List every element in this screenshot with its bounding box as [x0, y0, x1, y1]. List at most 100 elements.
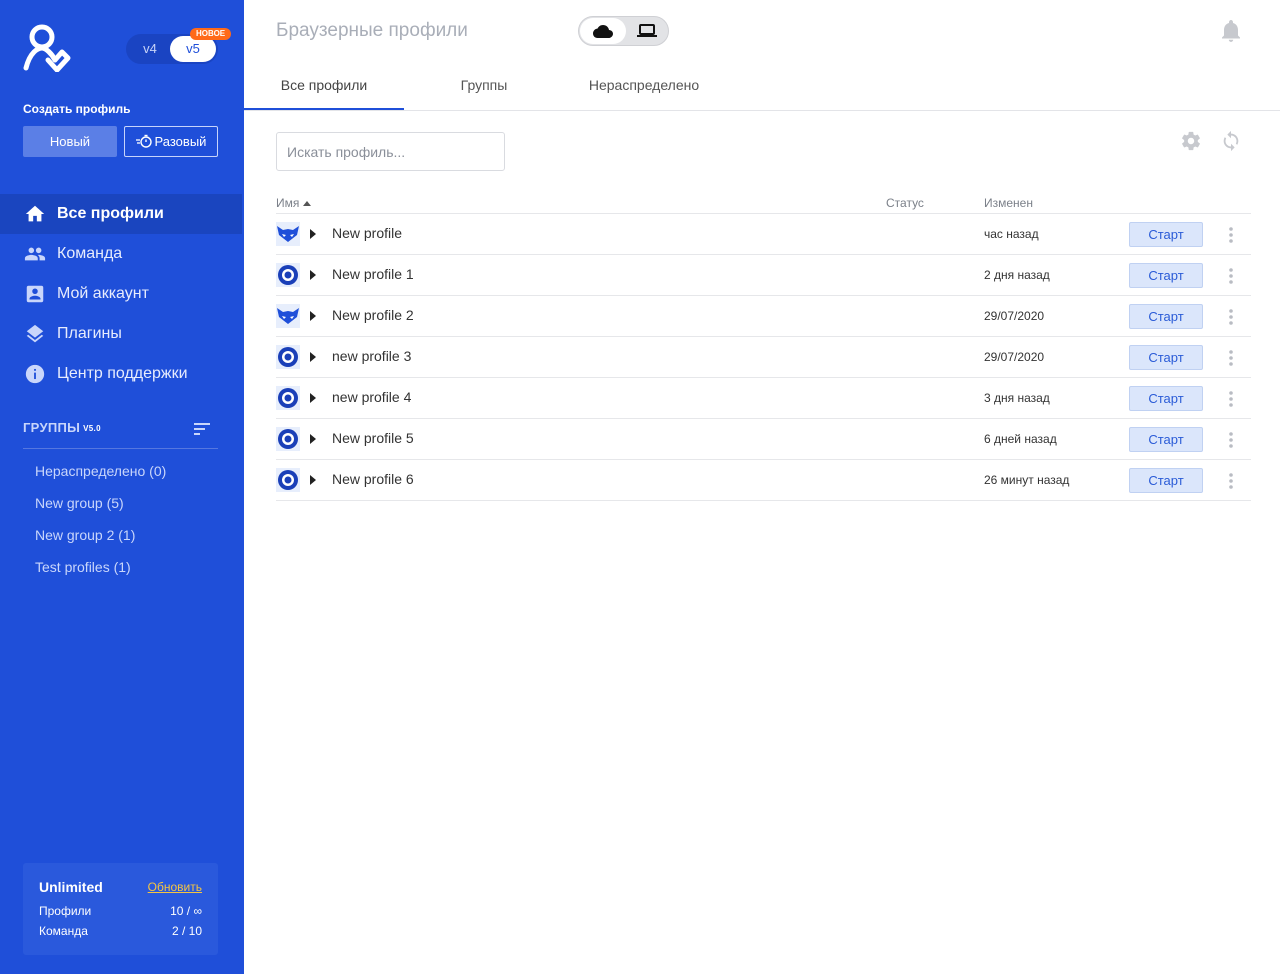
profile-name[interactable]: new profile 4 — [332, 389, 411, 405]
nav-label: Центр поддержки — [57, 365, 188, 382]
nav-team[interactable]: Команда — [0, 234, 242, 274]
nav-support-center[interactable]: Центр поддержки — [0, 354, 242, 394]
profile-modified: 26 минут назад — [984, 473, 1070, 487]
group-item-new-group[interactable]: New group (5) — [35, 495, 124, 511]
one-time-profile-label: Разовый — [154, 134, 207, 149]
team-icon — [24, 247, 46, 261]
table-row[interactable]: new profile 4 3 дня назад Старт — [276, 378, 1251, 419]
plan-name: Unlimited — [39, 879, 103, 895]
expand-caret-icon[interactable] — [310, 475, 316, 485]
table-row[interactable]: New profile 6 26 минут назад Старт — [276, 460, 1251, 501]
group-item-unassigned[interactable]: Нераспределено (0) — [35, 463, 166, 479]
column-header-name[interactable]: Имя — [276, 196, 312, 210]
group-item-new-group-2[interactable]: New group 2 (1) — [35, 527, 135, 543]
profile-name[interactable]: New profile 6 — [332, 471, 414, 487]
nav-all-profiles[interactable]: Все профили — [0, 194, 242, 234]
local-mode-option[interactable] — [626, 18, 668, 44]
profile-name[interactable]: New profile 2 — [332, 307, 414, 323]
circle-browser-icon — [276, 263, 300, 287]
upgrade-link[interactable]: Обновить — [148, 880, 202, 894]
layers-icon — [26, 324, 44, 343]
sidebar: v4 v5 НОВОЕ Создать профиль Новый Разовы… — [0, 0, 244, 974]
more-options-icon[interactable] — [1221, 471, 1241, 491]
nav-plugins[interactable]: Плагины — [0, 314, 242, 354]
one-time-profile-button[interactable]: Разовый — [124, 126, 218, 157]
profile-modified: 6 дней назад — [984, 432, 1057, 446]
profile-modified: час назад — [984, 227, 1039, 241]
table-row[interactable]: new profile 3 29/07/2020 Старт — [276, 337, 1251, 378]
profile-name[interactable]: New profile 1 — [332, 266, 414, 282]
cloud-icon — [593, 25, 613, 38]
fox-browser-icon — [276, 304, 300, 328]
profile-modified: 2 дня назад — [984, 268, 1050, 282]
profile-name[interactable]: New profile — [332, 225, 402, 241]
home-icon — [25, 205, 45, 222]
start-button[interactable]: Старт — [1129, 222, 1203, 247]
groups-title: ГРУППЫ V5.0 — [23, 420, 101, 435]
start-button[interactable]: Старт — [1129, 345, 1203, 370]
groups-title-label: ГРУППЫ — [23, 420, 81, 435]
groups-version: V5.0 — [83, 424, 101, 433]
version-v4-option[interactable]: v4 — [126, 34, 174, 64]
nav-label: Все профили — [57, 205, 164, 222]
table-row[interactable]: New profile 5 6 дней назад Старт — [276, 419, 1251, 460]
logo-icon[interactable] — [22, 22, 72, 72]
timer-icon — [135, 134, 152, 148]
circle-browser-icon — [276, 427, 300, 451]
tab-all-profiles[interactable]: Все профили — [244, 64, 404, 110]
expand-caret-icon[interactable] — [310, 270, 316, 280]
tab-groups[interactable]: Группы — [404, 64, 564, 110]
circle-browser-icon — [276, 345, 300, 369]
fox-browser-icon — [276, 222, 300, 246]
gear-icon[interactable] — [1180, 130, 1202, 152]
profile-tabs: Все профили Группы Нераспределено — [244, 64, 1280, 111]
main-content: Браузерные профили Все профили Группы Не… — [244, 0, 1280, 974]
table-row[interactable]: New profile 1 2 дня назад Старт — [276, 255, 1251, 296]
tab-unassigned[interactable]: Нераспределено — [564, 64, 724, 110]
expand-caret-icon[interactable] — [310, 434, 316, 444]
start-button[interactable]: Старт — [1129, 427, 1203, 452]
column-header-modified[interactable]: Изменен — [984, 196, 1033, 210]
group-item-test-profiles[interactable]: Test profiles (1) — [35, 559, 131, 575]
more-options-icon[interactable] — [1221, 225, 1241, 245]
more-options-icon[interactable] — [1221, 430, 1241, 450]
more-options-icon[interactable] — [1221, 348, 1241, 368]
column-header-name-label: Имя — [276, 196, 300, 210]
table-row[interactable]: New profile 2 29/07/2020 Старт — [276, 296, 1251, 337]
profile-name[interactable]: new profile 3 — [332, 348, 411, 364]
table-row[interactable]: New profile час назад Старт — [276, 214, 1251, 255]
new-badge: НОВОЕ — [190, 28, 232, 40]
new-profile-button[interactable]: Новый — [23, 126, 117, 157]
expand-caret-icon[interactable] — [310, 229, 316, 239]
start-button[interactable]: Старт — [1129, 386, 1203, 411]
column-header-status[interactable]: Статус — [886, 196, 924, 210]
expand-caret-icon[interactable] — [310, 311, 316, 321]
page-title: Браузерные профили — [276, 20, 468, 41]
more-options-icon[interactable] — [1221, 307, 1241, 327]
profile-modified: 3 дня назад — [984, 391, 1050, 405]
info-icon — [25, 364, 45, 384]
start-button[interactable]: Старт — [1129, 468, 1203, 493]
nav-my-account[interactable]: Мой аккаунт — [0, 274, 242, 314]
more-options-icon[interactable] — [1221, 266, 1241, 286]
nav-label: Мой аккаунт — [57, 285, 149, 302]
start-button[interactable]: Старт — [1129, 304, 1203, 329]
notifications-bell-icon[interactable] — [1221, 20, 1241, 42]
more-options-icon[interactable] — [1221, 389, 1241, 409]
expand-caret-icon[interactable] — [310, 393, 316, 403]
profile-name[interactable]: New profile 5 — [332, 430, 414, 446]
start-button[interactable]: Старт — [1129, 263, 1203, 288]
expand-caret-icon[interactable] — [310, 352, 316, 362]
refresh-icon[interactable] — [1220, 130, 1242, 152]
circle-browser-icon — [276, 386, 300, 410]
sort-icon[interactable] — [194, 422, 212, 436]
storage-mode-toggle[interactable] — [578, 16, 669, 46]
search-input[interactable] — [276, 132, 505, 171]
nav-label: Плагины — [57, 325, 122, 342]
sort-ascending-icon — [303, 201, 312, 206]
cloud-mode-option[interactable] — [580, 18, 626, 44]
profile-modified: 29/07/2020 — [984, 350, 1045, 364]
circle-browser-icon — [276, 468, 300, 492]
profile-modified: 29/07/2020 — [984, 309, 1045, 323]
plan-team-value: 2 / 10 — [171, 924, 202, 938]
